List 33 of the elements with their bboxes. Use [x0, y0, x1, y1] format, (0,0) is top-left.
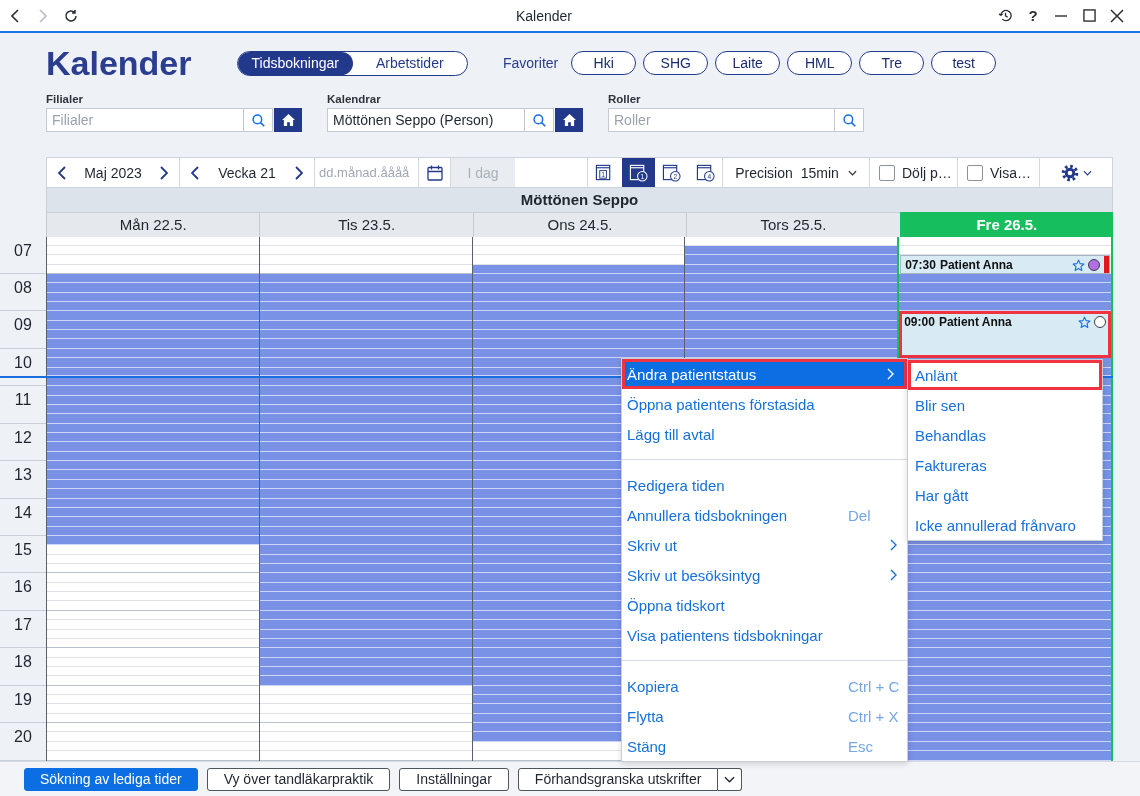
appointment-time: 07:30: [905, 258, 936, 272]
patient-name: Patient Anna: [939, 258, 1013, 272]
hour-label: 20: [14, 728, 32, 745]
hour-label: 10: [14, 354, 32, 371]
appointment-time: 09:00: [904, 315, 935, 329]
favorites-label: Favoriter: [503, 55, 559, 71]
hour-label: 07: [14, 242, 32, 259]
calendar-owner-header: Möttönen Seppo: [46, 188, 1113, 212]
hour-label: 19: [14, 691, 32, 708]
shortcut-hint: Esc: [848, 737, 873, 755]
month-label: Maj 2023: [84, 164, 142, 181]
shortcut-hint: Del: [848, 506, 871, 524]
window-title: Kalender: [514, 7, 573, 24]
hour-label: 14: [14, 504, 32, 521]
hour-label: 16: [14, 578, 32, 595]
hour-label: 13: [14, 466, 32, 483]
hour-label: 11: [14, 391, 32, 408]
field-label: Kalendrar: [327, 93, 382, 107]
hour-label: 08: [14, 279, 32, 296]
field-label: Roller: [608, 93, 642, 107]
checkbox-label: Dölj p…: [902, 164, 952, 181]
hour-label: 09: [14, 316, 32, 333]
shortcut-hint: Ctrl + C: [848, 677, 900, 695]
hour-label: 15: [14, 541, 32, 558]
week-label: Vecka 21: [218, 164, 276, 181]
shortcut-hint: Ctrl + X: [848, 707, 899, 725]
field-label: Filialer: [46, 93, 85, 107]
page-title: Kalender: [46, 43, 193, 84]
patient-name: Patient Anna: [938, 315, 1012, 329]
hour-label: 18: [14, 653, 32, 670]
hour-label: 17: [14, 616, 32, 633]
hour-label: 12: [14, 429, 32, 446]
checkbox-label: Visa…: [990, 164, 1031, 181]
